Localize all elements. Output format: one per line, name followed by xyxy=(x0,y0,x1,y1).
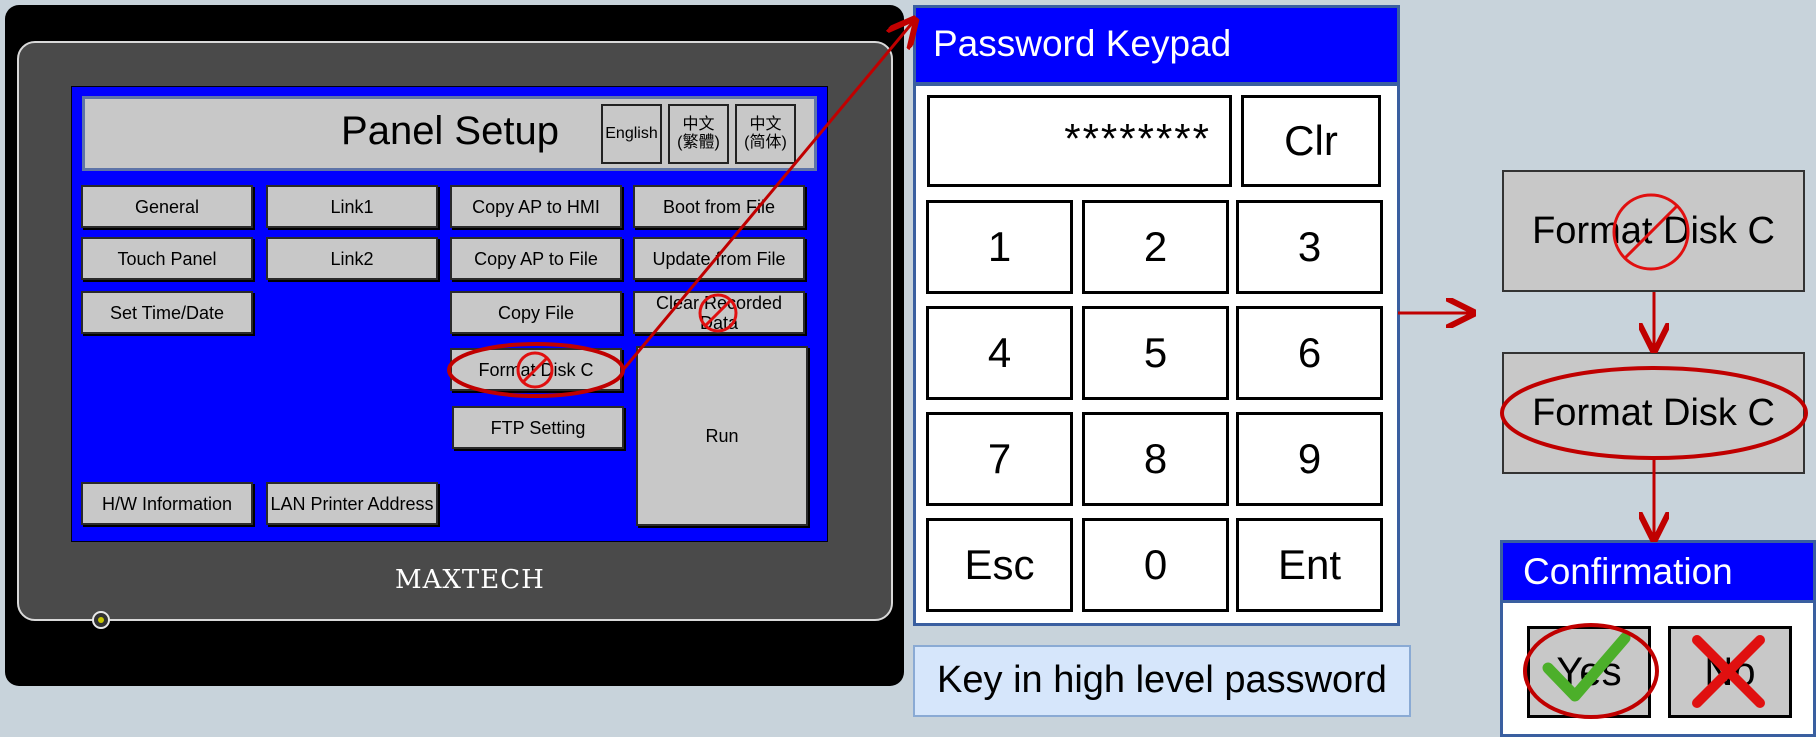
prohibited-icon xyxy=(698,293,738,333)
cross-icon xyxy=(1692,635,1765,708)
keypad-link-arrow xyxy=(621,22,913,371)
prohibited-icon xyxy=(1612,193,1690,271)
prohibited-icon xyxy=(516,351,554,389)
format-disk-step-highlight-ellipse xyxy=(1500,366,1808,460)
annotation-overlay xyxy=(447,0,1808,719)
check-icon xyxy=(1542,632,1631,702)
